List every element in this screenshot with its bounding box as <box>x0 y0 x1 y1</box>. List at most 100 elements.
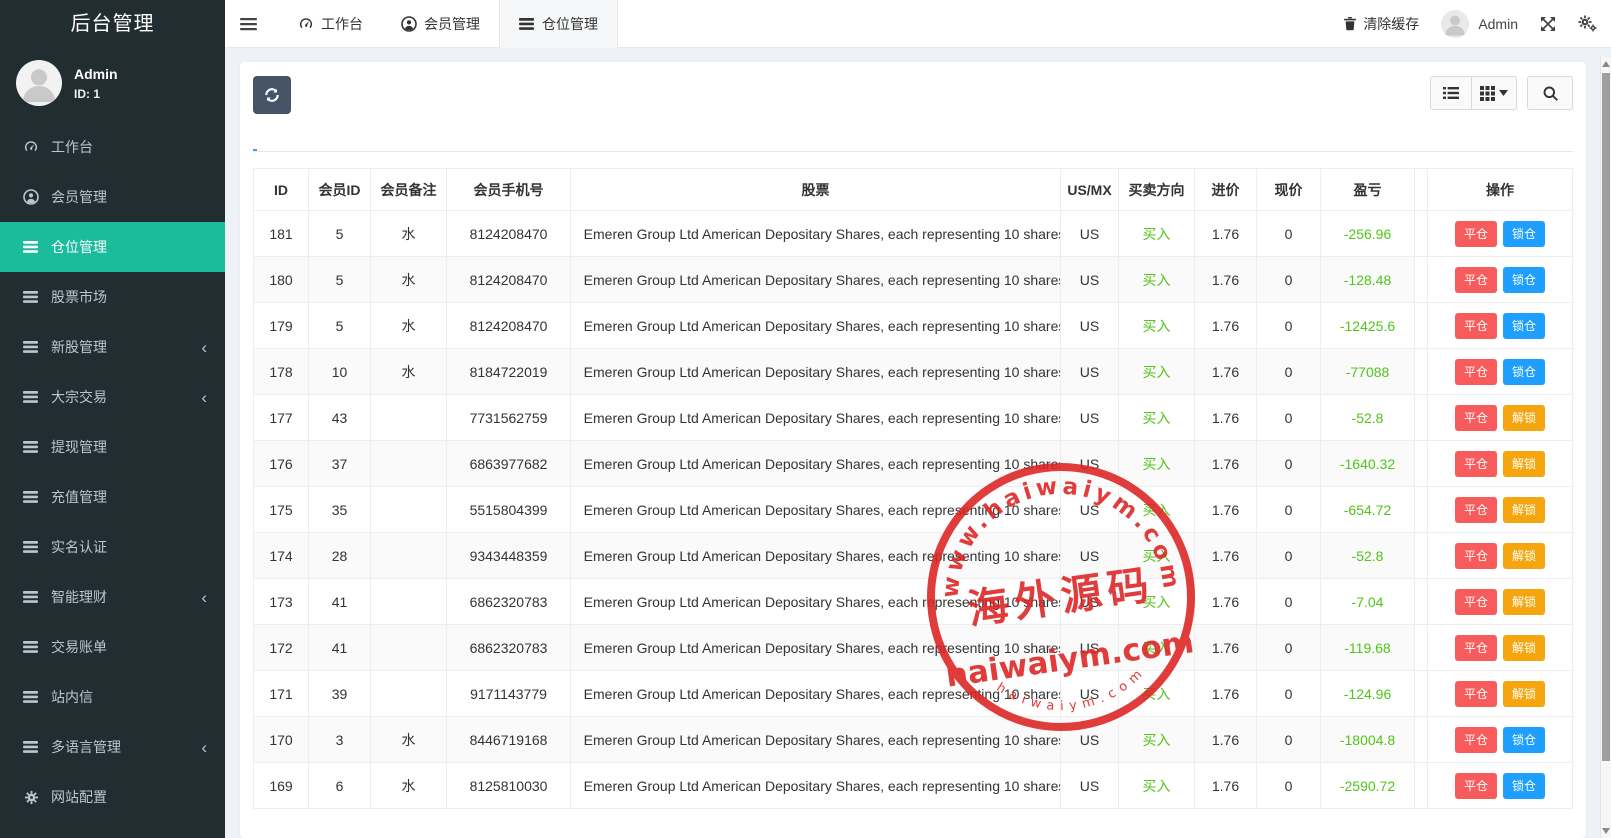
user-icon <box>22 189 40 205</box>
scrollbar-thumb[interactable] <box>1602 73 1610 761</box>
close-position-button[interactable]: 平仓 <box>1455 267 1497 293</box>
filter-tab[interactable] <box>413 132 417 151</box>
filter-tab[interactable] <box>333 132 337 151</box>
close-position-button[interactable]: 平仓 <box>1455 773 1497 799</box>
cell-entry: 1.76 <box>1195 717 1257 763</box>
close-position-button[interactable]: 平仓 <box>1455 727 1497 753</box>
cell-current: 0 <box>1257 487 1321 533</box>
search-button[interactable] <box>1527 76 1573 110</box>
cell-remark: 水 <box>371 717 447 763</box>
col-header-market: US/MX <box>1061 169 1119 211</box>
table-row: 176 37 6863977682 Emeren Group Ltd Ameri… <box>253 441 1573 487</box>
close-position-button[interactable]: 平仓 <box>1455 359 1497 385</box>
lock-position-button[interactable]: 解锁 <box>1503 405 1545 431</box>
sidebar-item[interactable]: 大宗交易 ‹ <box>0 372 225 422</box>
table-row: 169 6 水 8125810030 Emeren Group Ltd Amer… <box>253 763 1573 809</box>
filter-tab[interactable] <box>373 132 377 151</box>
scroll-up-arrow[interactable] <box>1602 61 1610 67</box>
cell-actions: 平仓 锁仓 <box>1427 257 1573 303</box>
close-position-button[interactable]: 平仓 <box>1455 635 1497 661</box>
lock-position-button[interactable]: 解锁 <box>1503 635 1545 661</box>
sidebar-item-label: 新股管理 <box>51 337 107 357</box>
col-header-phone: 会员手机号 <box>447 169 571 211</box>
navbar-tab[interactable]: 会员管理 <box>382 0 499 48</box>
sidebar-item[interactable]: 提现管理 <box>0 422 225 472</box>
lock-position-button[interactable]: 锁仓 <box>1503 727 1545 753</box>
navbar-tab[interactable]: 工作台 <box>279 0 382 48</box>
list-icon <box>22 690 40 704</box>
cell-current: 0 <box>1257 211 1321 257</box>
sidebar-item[interactable]: 网站配置 <box>0 772 225 822</box>
lock-position-button[interactable]: 解锁 <box>1503 589 1545 615</box>
close-position-button[interactable]: 平仓 <box>1455 221 1497 247</box>
column-filter-button[interactable] <box>1471 76 1517 110</box>
scroll-down-arrow[interactable] <box>1602 828 1610 834</box>
cell-id: 179 <box>253 303 309 349</box>
close-position-button[interactable]: 平仓 <box>1455 543 1497 569</box>
cell-market: US <box>1061 671 1119 717</box>
sidebar-item[interactable]: 新股管理 ‹ <box>0 322 225 372</box>
cell-current: 0 <box>1257 625 1321 671</box>
cell-direction: 买入 <box>1119 717 1195 763</box>
close-position-button[interactable]: 平仓 <box>1455 313 1497 339</box>
cell-actions: 平仓 解锁 <box>1427 533 1573 579</box>
cell-id: 169 <box>253 763 309 809</box>
settings-button[interactable] <box>1578 15 1597 32</box>
sidebar-item[interactable]: 实名认证 <box>0 522 225 572</box>
page-scrollbar[interactable] <box>1600 57 1611 838</box>
sidebar-item[interactable]: 充值管理 <box>0 472 225 522</box>
cell-phone: 6863977682 <box>447 441 571 487</box>
close-position-button[interactable]: 平仓 <box>1455 497 1497 523</box>
list-icon <box>22 440 40 454</box>
cell-remark <box>371 395 447 441</box>
grid-icon <box>1480 86 1495 101</box>
cell-direction: 买入 <box>1119 303 1195 349</box>
lock-position-button[interactable]: 锁仓 <box>1503 221 1545 247</box>
cell-direction: 买入 <box>1119 257 1195 303</box>
cell-actions: 平仓 锁仓 <box>1427 717 1573 763</box>
sidebar-item[interactable]: 多语言管理 ‹ <box>0 722 225 772</box>
sidebar-toggle-button[interactable] <box>225 0 271 48</box>
navbar-tab-label: 工作台 <box>321 14 363 34</box>
list-view-button[interactable] <box>1430 76 1472 110</box>
filter-tab[interactable] <box>293 132 297 151</box>
cell-current: 0 <box>1257 763 1321 809</box>
filter-tab[interactable] <box>253 132 257 151</box>
clear-cache-button[interactable]: 清除缓存 <box>1343 14 1419 34</box>
status-filter-tabs <box>253 132 1573 152</box>
lock-position-button[interactable]: 解锁 <box>1503 451 1545 477</box>
sidebar-user-panel: Admin ID: 1 <box>0 48 225 122</box>
cell-member-id: 37 <box>309 441 371 487</box>
sidebar-item[interactable]: 仓位管理 <box>0 222 225 272</box>
close-position-button[interactable]: 平仓 <box>1455 589 1497 615</box>
lock-position-button[interactable]: 锁仓 <box>1503 267 1545 293</box>
close-position-button[interactable]: 平仓 <box>1455 451 1497 477</box>
cell-current: 0 <box>1257 671 1321 717</box>
lock-position-button[interactable]: 解锁 <box>1503 543 1545 569</box>
sidebar-item[interactable]: 站内信 <box>0 672 225 722</box>
sidebar-item[interactable]: 会员管理 <box>0 172 225 222</box>
sidebar-item[interactable]: 智能理财 ‹ <box>0 572 225 622</box>
fullscreen-button[interactable] <box>1540 16 1556 32</box>
navbar-tab[interactable]: 仓位管理 <box>499 0 618 48</box>
sidebar-item[interactable]: 股票市场 <box>0 272 225 322</box>
cell-stock: Emeren Group Ltd American Depositary Sha… <box>571 303 1061 349</box>
sidebar-item-label: 站内信 <box>51 687 93 707</box>
navbar-user-menu[interactable]: Admin <box>1441 10 1518 38</box>
gauge-icon <box>22 139 40 155</box>
close-position-button[interactable]: 平仓 <box>1455 681 1497 707</box>
sidebar-item-label: 多语言管理 <box>51 737 121 757</box>
lock-position-button[interactable]: 锁仓 <box>1503 773 1545 799</box>
cell-direction: 买入 <box>1119 579 1195 625</box>
lock-position-button[interactable]: 解锁 <box>1503 497 1545 523</box>
lock-position-button[interactable]: 锁仓 <box>1503 313 1545 339</box>
table-row: 174 28 9343448359 Emeren Group Ltd Ameri… <box>253 533 1573 579</box>
cell-phone: 6862320783 <box>447 625 571 671</box>
cell-remark: 水 <box>371 257 447 303</box>
sidebar-item[interactable]: 工作台 <box>0 122 225 172</box>
sidebar-item[interactable]: 交易账单 <box>0 622 225 672</box>
refresh-button[interactable] <box>253 76 291 114</box>
close-position-button[interactable]: 平仓 <box>1455 405 1497 431</box>
lock-position-button[interactable]: 解锁 <box>1503 681 1545 707</box>
lock-position-button[interactable]: 锁仓 <box>1503 359 1545 385</box>
